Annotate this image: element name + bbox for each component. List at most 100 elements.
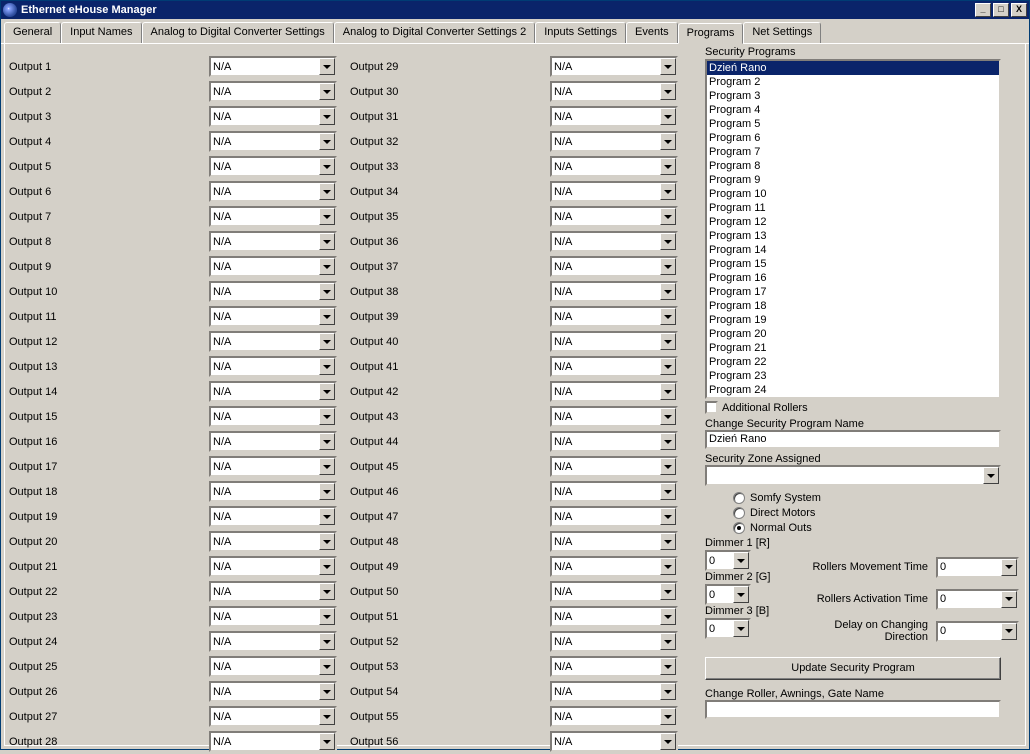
chevron-down-icon[interactable] bbox=[660, 58, 676, 75]
chevron-down-icon[interactable] bbox=[319, 458, 335, 475]
chevron-down-icon[interactable] bbox=[319, 583, 335, 600]
output-combo[interactable]: N/A bbox=[209, 106, 337, 127]
program-list-item[interactable]: Program 14 bbox=[707, 243, 999, 257]
tab-events[interactable]: Events bbox=[626, 22, 678, 43]
output-combo[interactable]: N/A bbox=[550, 581, 678, 602]
output-combo[interactable]: N/A bbox=[209, 506, 337, 527]
output-combo[interactable]: N/A bbox=[550, 731, 678, 752]
output-combo[interactable]: N/A bbox=[209, 156, 337, 177]
radio-direct[interactable] bbox=[733, 507, 745, 519]
tab-input-names[interactable]: Input Names bbox=[61, 22, 141, 43]
chevron-down-icon[interactable] bbox=[660, 583, 676, 600]
chevron-down-icon[interactable] bbox=[319, 383, 335, 400]
output-combo[interactable]: N/A bbox=[209, 331, 337, 352]
output-combo[interactable]: N/A bbox=[209, 231, 337, 252]
chevron-down-icon[interactable] bbox=[660, 733, 676, 750]
output-combo[interactable]: N/A bbox=[550, 456, 678, 477]
chevron-down-icon[interactable] bbox=[660, 83, 676, 100]
dimmer-combo[interactable]: 0 bbox=[705, 618, 751, 639]
security-zone-combo[interactable] bbox=[705, 465, 1001, 486]
output-combo[interactable]: N/A bbox=[550, 331, 678, 352]
program-list-item[interactable]: Program 8 bbox=[707, 159, 999, 173]
chevron-down-icon[interactable] bbox=[660, 483, 676, 500]
output-combo[interactable]: N/A bbox=[550, 431, 678, 452]
chevron-down-icon[interactable] bbox=[660, 233, 676, 250]
program-list-item[interactable]: Program 23 bbox=[707, 369, 999, 383]
chevron-down-icon[interactable] bbox=[660, 358, 676, 375]
output-combo[interactable]: N/A bbox=[209, 356, 337, 377]
output-combo[interactable]: N/A bbox=[550, 306, 678, 327]
output-combo[interactable]: N/A bbox=[550, 606, 678, 627]
chevron-down-icon[interactable] bbox=[319, 533, 335, 550]
chevron-down-icon[interactable] bbox=[319, 108, 335, 125]
chevron-down-icon[interactable] bbox=[319, 658, 335, 675]
output-combo[interactable]: N/A bbox=[550, 56, 678, 77]
program-list-item[interactable]: Program 10 bbox=[707, 187, 999, 201]
program-list-item[interactable]: Dzień Rano bbox=[707, 61, 999, 75]
output-combo[interactable]: N/A bbox=[550, 231, 678, 252]
chevron-down-icon[interactable] bbox=[319, 483, 335, 500]
output-combo[interactable]: N/A bbox=[550, 131, 678, 152]
chevron-down-icon[interactable] bbox=[660, 158, 676, 175]
output-combo[interactable]: N/A bbox=[209, 306, 337, 327]
program-list-item[interactable]: Program 15 bbox=[707, 257, 999, 271]
program-list-item[interactable]: Program 5 bbox=[707, 117, 999, 131]
dimmer-combo[interactable]: 0 bbox=[705, 550, 751, 571]
output-combo[interactable]: N/A bbox=[550, 256, 678, 277]
program-list-item[interactable]: Program 12 bbox=[707, 215, 999, 229]
output-combo[interactable]: N/A bbox=[209, 481, 337, 502]
output-combo[interactable]: N/A bbox=[209, 56, 337, 77]
output-combo[interactable]: N/A bbox=[550, 556, 678, 577]
output-combo[interactable]: N/A bbox=[209, 131, 337, 152]
chevron-down-icon[interactable] bbox=[1001, 591, 1017, 608]
chevron-down-icon[interactable] bbox=[660, 458, 676, 475]
chevron-down-icon[interactable] bbox=[319, 333, 335, 350]
output-combo[interactable]: N/A bbox=[209, 731, 337, 752]
chevron-down-icon[interactable] bbox=[319, 433, 335, 450]
program-list-item[interactable]: Program 16 bbox=[707, 271, 999, 285]
output-combo[interactable]: N/A bbox=[209, 581, 337, 602]
output-combo[interactable]: N/A bbox=[550, 81, 678, 102]
program-list-item[interactable]: Program 18 bbox=[707, 299, 999, 313]
chevron-down-icon[interactable] bbox=[660, 558, 676, 575]
output-combo[interactable]: N/A bbox=[550, 656, 678, 677]
change-program-name-input[interactable]: Dzień Rano bbox=[705, 430, 1001, 449]
chevron-down-icon[interactable] bbox=[660, 683, 676, 700]
output-combo[interactable]: N/A bbox=[550, 631, 678, 652]
chevron-down-icon[interactable] bbox=[319, 183, 335, 200]
output-combo[interactable]: N/A bbox=[209, 456, 337, 477]
chevron-down-icon[interactable] bbox=[319, 233, 335, 250]
chevron-down-icon[interactable] bbox=[1001, 559, 1017, 576]
param-combo[interactable]: 0 bbox=[936, 589, 1019, 610]
chevron-down-icon[interactable] bbox=[319, 633, 335, 650]
chevron-down-icon[interactable] bbox=[319, 733, 335, 750]
chevron-down-icon[interactable] bbox=[319, 708, 335, 725]
program-list-item[interactable]: Program 2 bbox=[707, 75, 999, 89]
chevron-down-icon[interactable] bbox=[319, 558, 335, 575]
output-combo[interactable]: N/A bbox=[550, 181, 678, 202]
output-combo[interactable]: N/A bbox=[550, 106, 678, 127]
chevron-down-icon[interactable] bbox=[660, 108, 676, 125]
output-combo[interactable]: N/A bbox=[209, 381, 337, 402]
chevron-down-icon[interactable] bbox=[1001, 623, 1017, 640]
output-combo[interactable]: N/A bbox=[209, 556, 337, 577]
tab-net-settings[interactable]: Net Settings bbox=[743, 22, 821, 43]
output-combo[interactable]: N/A bbox=[209, 631, 337, 652]
chevron-down-icon[interactable] bbox=[660, 658, 676, 675]
dimmer-combo[interactable]: 0 bbox=[705, 584, 751, 605]
output-combo[interactable]: N/A bbox=[550, 381, 678, 402]
param-combo[interactable]: 0 bbox=[936, 557, 1019, 578]
output-combo[interactable]: N/A bbox=[209, 281, 337, 302]
output-combo[interactable]: N/A bbox=[209, 431, 337, 452]
chevron-down-icon[interactable] bbox=[660, 383, 676, 400]
program-list-item[interactable]: Program 7 bbox=[707, 145, 999, 159]
chevron-down-icon[interactable] bbox=[660, 508, 676, 525]
output-combo[interactable]: N/A bbox=[209, 706, 337, 727]
program-list-item[interactable]: Program 3 bbox=[707, 89, 999, 103]
chevron-down-icon[interactable] bbox=[660, 433, 676, 450]
param-combo[interactable]: 0 bbox=[936, 621, 1019, 642]
output-combo[interactable]: N/A bbox=[550, 506, 678, 527]
chevron-down-icon[interactable] bbox=[319, 258, 335, 275]
program-list-item[interactable]: Program 21 bbox=[707, 341, 999, 355]
output-combo[interactable]: N/A bbox=[550, 706, 678, 727]
